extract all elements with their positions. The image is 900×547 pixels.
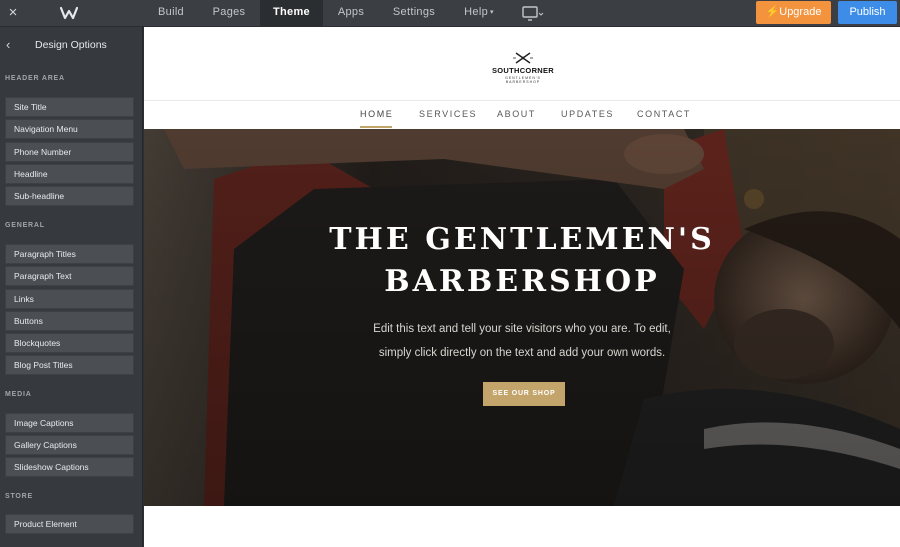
site-nav-services[interactable]: SERVICES (419, 109, 477, 119)
option-paragraph-titles[interactable]: Paragraph Titles (5, 244, 134, 264)
site-nav-about[interactable]: ABOUT (497, 109, 536, 119)
option-site-title[interactable]: Site Title (5, 97, 134, 117)
option-product-element[interactable]: Product Element (5, 514, 134, 534)
nav-build[interactable]: Build (150, 0, 192, 27)
section-header-area: HEADER AREA (5, 75, 65, 82)
site-nav-contact[interactable]: CONTACT (637, 109, 691, 119)
upgrade-button[interactable]: ⚡Upgrade (756, 1, 831, 24)
nav-pages[interactable]: Pages (205, 0, 253, 27)
lightning-icon: ⚡ (765, 6, 780, 18)
close-icon[interactable]: × (4, 3, 22, 23)
hero-paragraph-line1: Edit this text and tell your site visito… (373, 323, 671, 335)
nav-apps[interactable]: Apps (331, 0, 371, 27)
design-options-sidebar: ‹ Design Options HEADER AREA Site Title … (0, 27, 143, 547)
site-preview-canvas[interactable]: SOUTHCORNER GENTLEMEN'S BARBERSHOP HOME … (144, 27, 900, 547)
caret-down-icon: ▾ (490, 9, 494, 16)
option-navigation-menu[interactable]: Navigation Menu (5, 119, 134, 139)
option-phone-number[interactable]: Phone Number (5, 142, 134, 162)
nav-settings[interactable]: Settings (385, 0, 443, 27)
site-nav-updates[interactable]: UPDATES (561, 109, 614, 119)
site-nav-divider (144, 100, 900, 101)
sidebar-header: ‹ Design Options (0, 27, 143, 63)
sidebar-title: Design Options (35, 39, 107, 51)
site-nav-home[interactable]: HOME (360, 109, 393, 119)
site-logo[interactable]: SOUTHCORNER GENTLEMEN'S BARBERSHOP (490, 51, 556, 84)
option-buttons[interactable]: Buttons (5, 311, 134, 331)
option-headline[interactable]: Headline (5, 164, 134, 184)
hero-title[interactable]: THE GENTLEMEN'S BARBERSHOP (144, 219, 900, 303)
option-blockquotes[interactable]: Blockquotes (5, 333, 134, 353)
upgrade-label: Upgrade (779, 6, 822, 18)
hero-section[interactable]: THE GENTLEMEN'S BARBERSHOP Edit this tex… (144, 129, 900, 506)
hero-paragraph[interactable]: Edit this text and tell your site visito… (342, 317, 702, 365)
option-sub-headline[interactable]: Sub-headline (5, 186, 134, 206)
publish-button[interactable]: Publish (838, 1, 897, 24)
nav-help-label: Help (464, 6, 488, 18)
option-gallery-captions[interactable]: Gallery Captions (5, 435, 134, 455)
see-our-shop-button[interactable]: SEE OUR SHOP (483, 382, 565, 406)
site-logo-tagline: GENTLEMEN'S BARBERSHOP (505, 76, 541, 84)
hero-title-line1: THE GENTLEMEN'S (329, 222, 715, 257)
option-slideshow-captions[interactable]: Slideshow Captions (5, 457, 134, 477)
site-logo-name: SOUTHCORNER (491, 66, 555, 75)
nav-help[interactable]: Help ▾ (458, 0, 500, 27)
hero-title-line2: BARBERSHOP (384, 264, 660, 299)
active-nav-underline (360, 126, 392, 128)
section-general: GENERAL (5, 222, 45, 229)
section-media: MEDIA (5, 391, 32, 398)
option-paragraph-text[interactable]: Paragraph Text (5, 266, 134, 286)
weebly-logo-icon[interactable] (58, 2, 80, 24)
option-image-captions[interactable]: Image Captions (5, 413, 134, 433)
chevron-left-icon[interactable]: ‹ (6, 37, 10, 52)
editor-topbar: × Build Pages Theme Apps Settings Help ▾ … (0, 0, 900, 27)
crossed-razors-icon (513, 52, 533, 64)
desktop-device-icon[interactable] (520, 4, 544, 24)
hero-paragraph-line2: simply click directly on the text and ad… (378, 347, 666, 359)
section-store: STORE (5, 493, 33, 500)
option-links[interactable]: Links (5, 289, 134, 309)
nav-theme[interactable]: Theme (260, 0, 323, 27)
option-blog-post-titles[interactable]: Blog Post Titles (5, 355, 134, 375)
